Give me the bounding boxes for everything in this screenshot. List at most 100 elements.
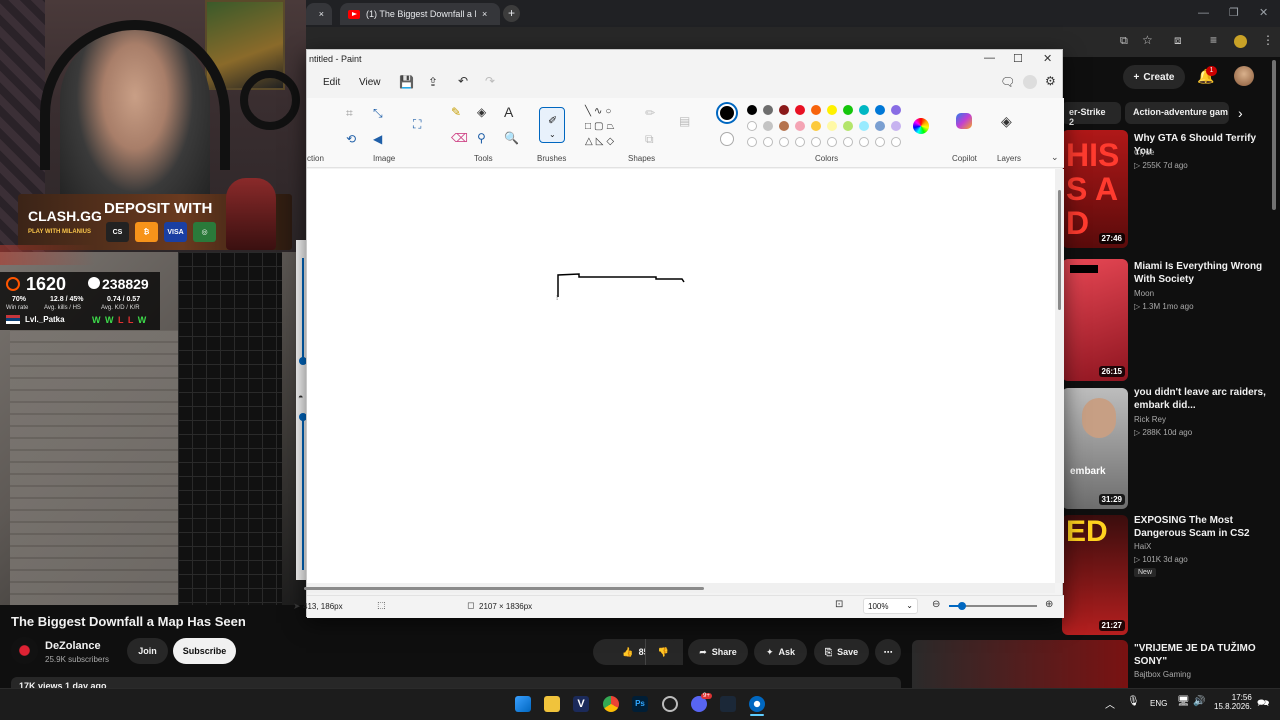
shapes-gallery[interactable]: ╲∿○ □▢⏢ △◺◇ — [585, 104, 627, 152]
color-swatch[interactable] — [763, 121, 773, 131]
flip-icon[interactable]: ◀ — [373, 132, 382, 146]
channel-avatar[interactable] — [11, 637, 38, 664]
fill-icon[interactable]: ⧉ — [645, 132, 654, 147]
bookmark-star-icon[interactable]: ☆ — [1142, 33, 1153, 47]
volume-icon[interactable]: 🔊 — [1193, 696, 1205, 707]
color-swatch[interactable] — [811, 105, 821, 115]
custom-color-slot[interactable] — [747, 137, 757, 147]
custom-color-slot[interactable] — [891, 137, 901, 147]
color-swatch[interactable] — [779, 121, 789, 131]
color-swatch[interactable] — [747, 121, 757, 131]
browser-tab-youtube[interactable]: (1) The Biggest Downfall a Map × — [340, 3, 500, 25]
zoom-in-icon[interactable]: ⊕ — [1045, 599, 1053, 610]
chip-action-adventure[interactable]: Action-adventure gam — [1125, 102, 1229, 124]
share-icon[interactable]: ⇪ — [428, 75, 438, 89]
paint-maximize-icon[interactable]: ☐ — [1013, 52, 1023, 65]
video-player[interactable]: CLASH.GG PLAY WITH MILANIUS DEPOSIT WITH… — [0, 0, 306, 605]
new-tab-button[interactable]: + — [503, 5, 520, 22]
eraser-icon[interactable]: ⌫ — [451, 131, 468, 145]
custom-color-slot[interactable] — [875, 137, 885, 147]
color-swatch[interactable] — [875, 121, 885, 131]
redo-icon[interactable]: ↷ — [485, 74, 495, 88]
color-swatch[interactable] — [891, 105, 901, 115]
ribbon-collapse-icon[interactable]: ⌄ — [1051, 152, 1059, 163]
rec-title[interactable]: you didn't leave arc raiders, embark did… — [1134, 386, 1274, 412]
profile-avatar[interactable] — [1234, 35, 1247, 48]
vertical-scroll-thumb[interactable] — [1058, 190, 1061, 310]
chevron-right-icon[interactable]: › — [1238, 105, 1243, 121]
pencil-icon[interactable]: ✎ — [451, 105, 461, 119]
rotate-icon[interactable]: ⟲ — [346, 132, 356, 146]
magnifier-icon[interactable]: 🔍 — [504, 131, 519, 145]
color-swatch[interactable] — [779, 105, 789, 115]
menu-edit[interactable]: Edit — [323, 77, 340, 88]
fit-to-window-icon[interactable]: ⊡ — [835, 599, 843, 610]
menu-view[interactable]: View — [359, 77, 381, 88]
language-indicator[interactable]: ENG — [1150, 699, 1167, 708]
custom-color-slot[interactable] — [779, 137, 789, 147]
custom-color-slot[interactable] — [859, 137, 869, 147]
tab-close-icon[interactable]: × — [319, 9, 324, 19]
share-button[interactable]: ➦ Share — [688, 639, 748, 665]
color-swatch[interactable] — [891, 121, 901, 131]
custom-color-slot[interactable] — [763, 137, 773, 147]
rec-channel[interactable]: Clyde — [1134, 148, 1154, 157]
brushes-button[interactable]: ✐ ⌄ — [539, 107, 565, 143]
rec-channel[interactable]: Rick Rey — [1134, 415, 1166, 424]
chip-counter-strike[interactable]: er-Strike 2 — [1061, 102, 1121, 127]
edit-colors-icon[interactable] — [913, 118, 929, 134]
color-swatch[interactable] — [875, 105, 885, 115]
zoom-slider-thumb[interactable] — [958, 602, 966, 610]
color-swatch[interactable] — [843, 105, 853, 115]
layers-icon[interactable]: ◈ — [1001, 113, 1012, 130]
paint-close-icon[interactable]: ✕ — [1043, 52, 1052, 65]
reading-list-icon[interactable]: ≡ — [1210, 33, 1217, 47]
windows-start-icon[interactable] — [515, 696, 531, 712]
file-explorer-icon[interactable] — [544, 696, 560, 712]
maximize-icon[interactable]: ❐ — [1229, 6, 1239, 19]
tray-clock[interactable]: 17:56 15.8.2026. — [1214, 693, 1252, 711]
cast-icon[interactable]: ⧉ — [1120, 35, 1128, 48]
custom-color-slot[interactable] — [795, 137, 805, 147]
browser-tab-previous[interactable]: × — [306, 3, 332, 25]
photoshop-icon[interactable]: Ps — [632, 696, 648, 712]
color-swatch[interactable] — [827, 121, 837, 131]
image-ai-icon[interactable]: ⛶ — [413, 117, 421, 132]
subscribe-button[interactable]: Subscribe — [173, 638, 236, 664]
dislike-button[interactable]: 👎 — [645, 639, 681, 665]
horizontal-scroll-thumb[interactable] — [304, 587, 704, 590]
v-app-icon[interactable]: V — [573, 696, 589, 712]
undo-icon[interactable]: ↶ — [458, 74, 468, 88]
save-button[interactable]: ⎘ Save — [814, 639, 869, 665]
primary-color[interactable] — [718, 104, 736, 122]
color-picker-icon[interactable]: ⚲ — [477, 131, 486, 145]
comment-icon[interactable]: 🗨 — [1000, 75, 1015, 89]
settings-gear-icon[interactable]: ⚙ — [1045, 74, 1056, 88]
color-swatch[interactable] — [763, 105, 773, 115]
rec-thumbnail[interactable]: 26:15 — [1062, 259, 1128, 381]
zoom-out-icon[interactable]: ⊖ — [932, 599, 940, 610]
rec-thumbnail[interactable]: HIS S AD 27:46 — [1062, 130, 1128, 248]
more-actions-button[interactable]: ⋯ — [875, 639, 901, 665]
chrome-icon[interactable] — [603, 696, 619, 712]
close-window-icon[interactable]: ✕ — [1259, 6, 1268, 19]
drawing-canvas[interactable]: ⁞ — [307, 169, 1055, 583]
rec-thumbnail[interactable]: ED 21:27 — [1062, 515, 1128, 635]
secondary-color[interactable] — [720, 132, 734, 146]
color-swatch[interactable] — [843, 121, 853, 131]
app-circle-icon[interactable] — [662, 696, 678, 712]
ask-button[interactable]: ✦ Ask — [754, 639, 807, 665]
color-swatch[interactable] — [811, 121, 821, 131]
custom-color-slot[interactable] — [843, 137, 853, 147]
tab-close-icon[interactable]: × — [482, 9, 487, 19]
rec-channel[interactable]: Moon — [1134, 289, 1154, 298]
color-swatch[interactable] — [827, 105, 837, 115]
create-button[interactable]: + Create — [1123, 65, 1185, 89]
opacity-slider-track[interactable] — [302, 416, 304, 570]
outline-icon[interactable]: ✏ — [645, 106, 655, 120]
rec-channel[interactable]: HaiX — [1134, 542, 1151, 551]
rec-title[interactable]: Why GTA 6 Should Terrify You — [1134, 132, 1274, 158]
fill-bucket-icon[interactable]: ◈ — [477, 105, 486, 119]
color-swatch[interactable] — [859, 121, 869, 131]
rec-title[interactable]: "VRIJEME JE DA TUŽIMO SONY" — [1134, 642, 1274, 668]
